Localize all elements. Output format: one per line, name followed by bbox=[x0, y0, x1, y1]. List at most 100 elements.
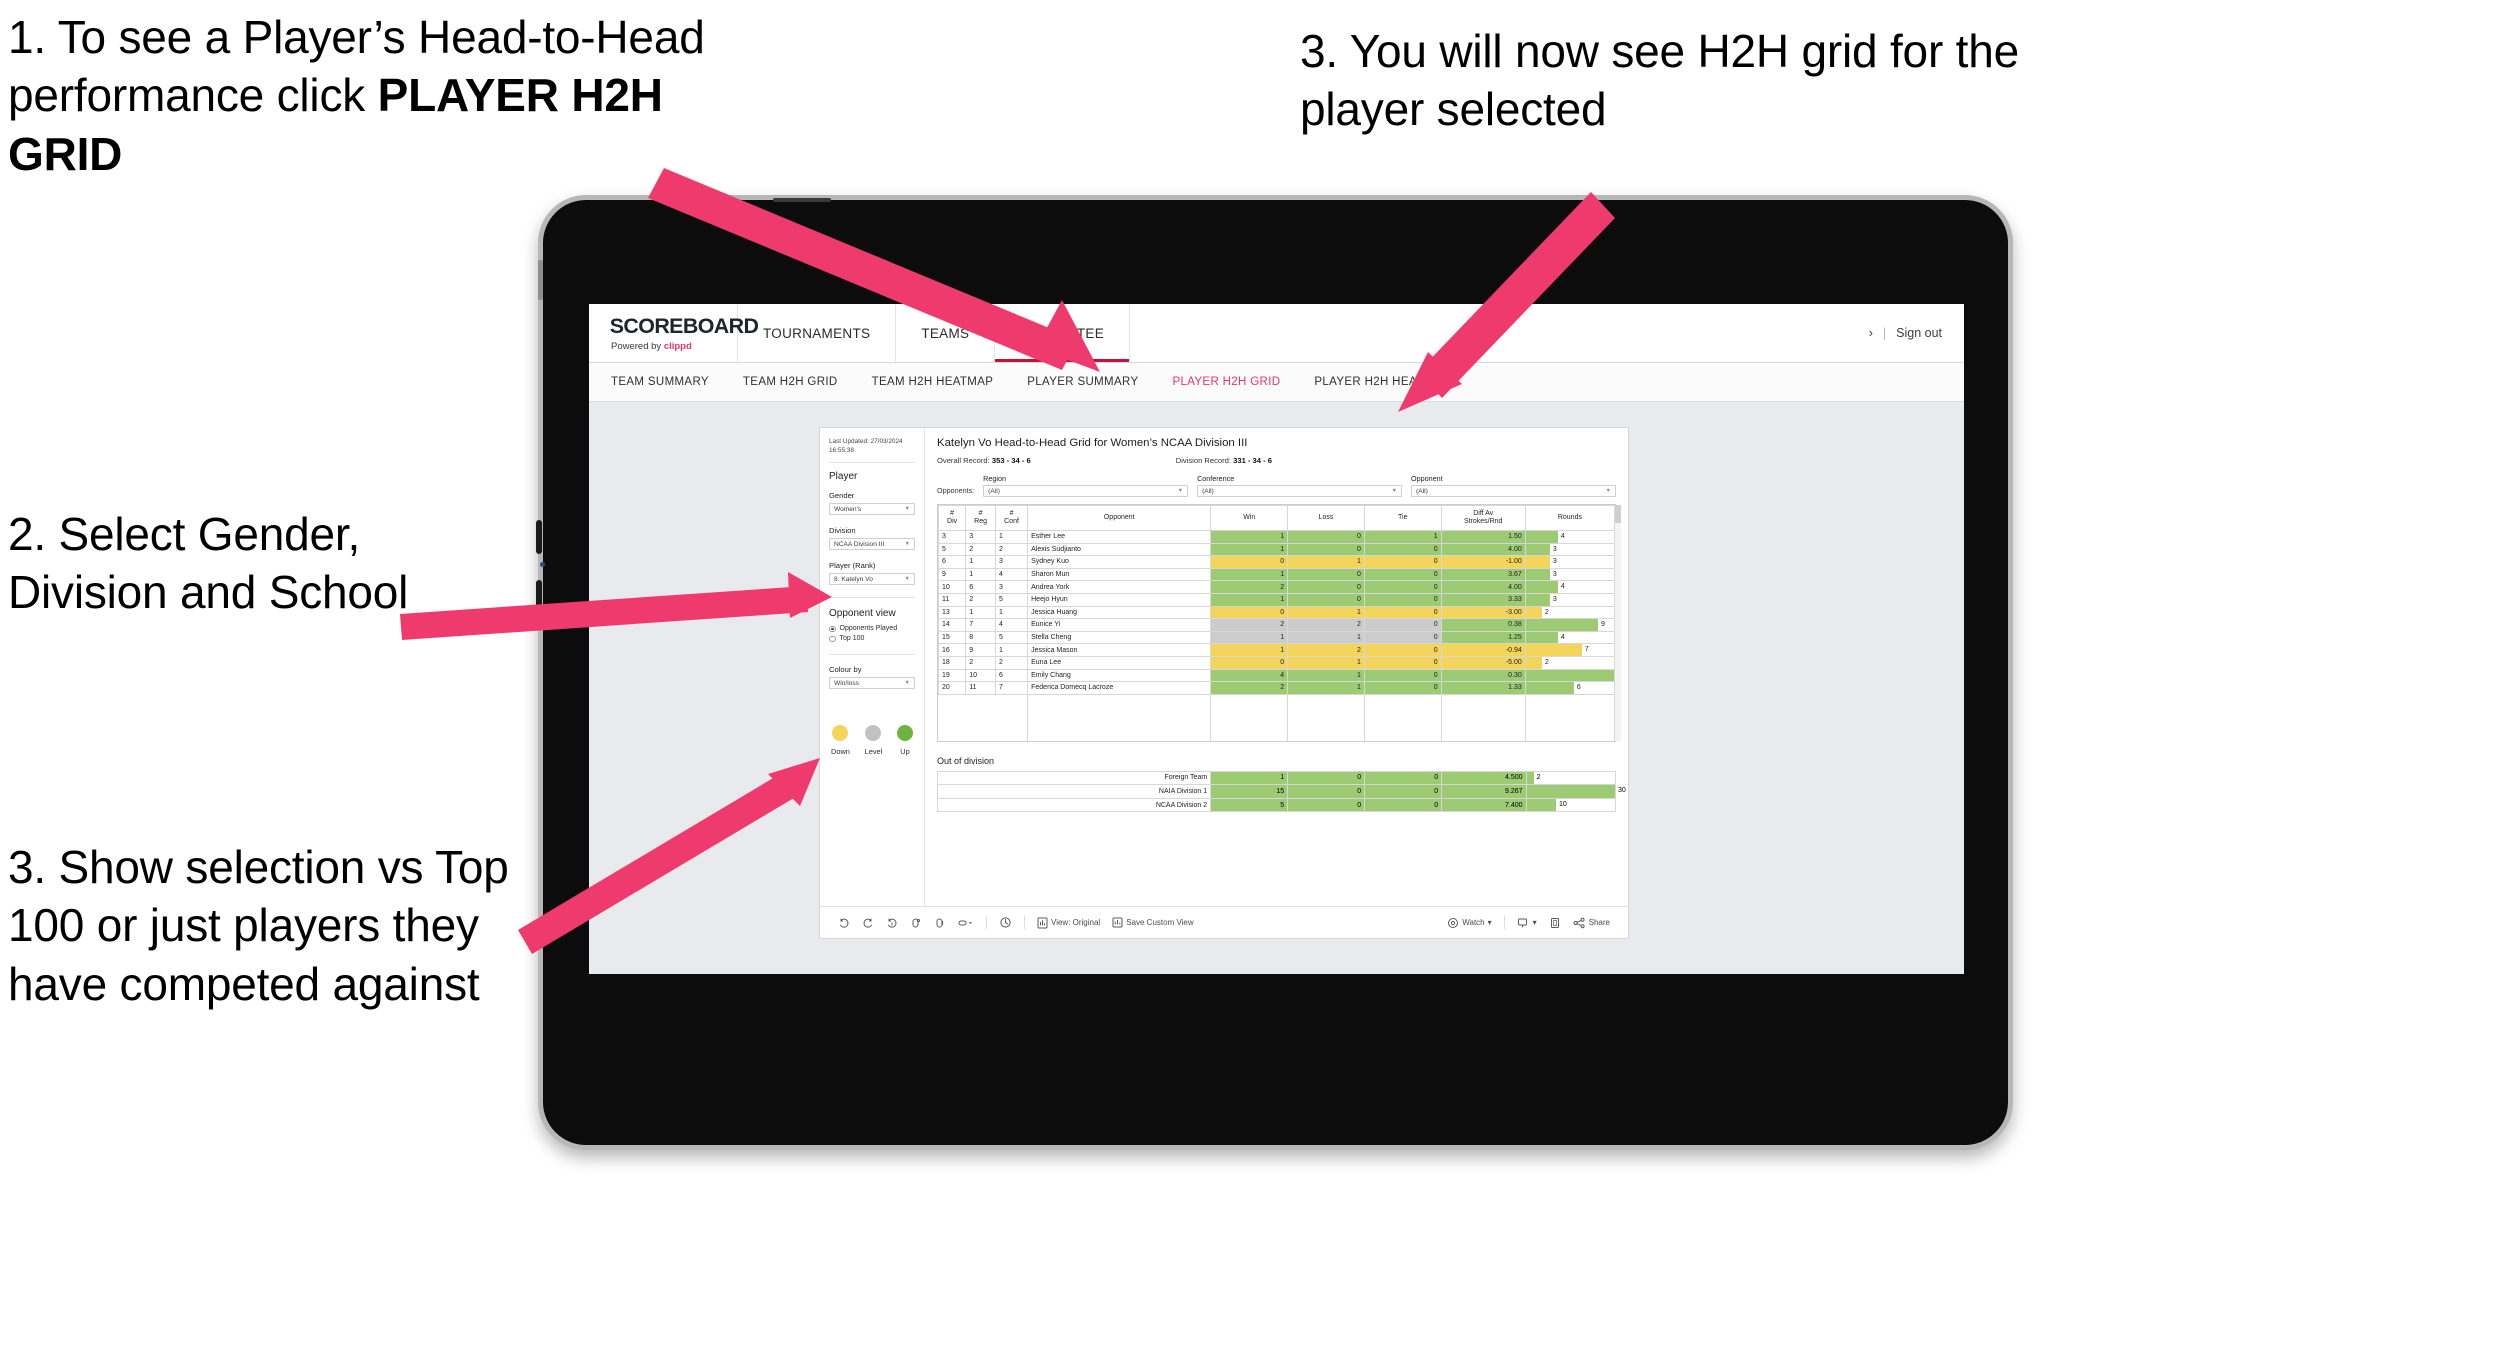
grid-cell[interactable]: 1 bbox=[1363, 530, 1442, 544]
rounds-bar-cell[interactable]: 2 bbox=[1524, 605, 1616, 620]
grid-cell[interactable]: 0 bbox=[1363, 605, 1442, 620]
grid-col-header-7[interactable]: Diff Av Strokes/Rnd bbox=[1440, 505, 1526, 531]
undo-button[interactable] bbox=[832, 917, 856, 929]
grid-cell[interactable]: 0.38 bbox=[1440, 618, 1526, 632]
ood-cell[interactable]: NCAA Division 2 bbox=[936, 797, 1212, 813]
grid-cell[interactable]: 2 bbox=[1210, 681, 1289, 695]
table-row[interactable]: Foreign Team 1 0 0 4.500 2 bbox=[936, 770, 1617, 786]
rounds-bar-cell[interactable]: 3 bbox=[1524, 555, 1616, 569]
grid-cell[interactable]: 1 bbox=[965, 555, 996, 569]
table-row[interactable]: 9 1 4 Sharon Mun 1 0 0 3.67 3 bbox=[937, 567, 1616, 582]
table-row[interactable]: 18 2 2 Euna Lee 0 1 0 -5.00 2 bbox=[937, 655, 1616, 670]
grid-cell[interactable]: 13 bbox=[937, 605, 967, 620]
grid-col-header-3[interactable]: Opponent bbox=[1027, 505, 1212, 531]
grid-cell[interactable]: -5.00 bbox=[1440, 655, 1526, 670]
grid-cell[interactable]: 1.50 bbox=[1440, 530, 1526, 544]
ood-cell[interactable]: NAIA Division 1 bbox=[936, 784, 1212, 799]
grid-cell[interactable]: 0 bbox=[1210, 605, 1289, 620]
grid-cell[interactable]: 0 bbox=[1210, 555, 1289, 569]
grid-cell[interactable]: 0 bbox=[1287, 592, 1365, 607]
grid-cell[interactable]: 0 bbox=[1210, 655, 1289, 670]
ood-cell[interactable]: 7.400 bbox=[1441, 797, 1527, 813]
share-button[interactable]: Share bbox=[1567, 917, 1616, 929]
grid-cell[interactable]: 1 bbox=[1287, 555, 1365, 569]
radio-opponents-played[interactable]: Opponents Played bbox=[829, 625, 915, 632]
grid-cell[interactable]: Sydney Kuo bbox=[1027, 555, 1212, 569]
rounds-bar-cell[interactable]: 4 bbox=[1524, 580, 1616, 594]
rounds-bar-cell[interactable]: 7 bbox=[1524, 643, 1616, 657]
grid-cell[interactable]: 3.67 bbox=[1440, 567, 1526, 582]
grid-cell[interactable]: 1 bbox=[1287, 668, 1365, 683]
grid-cell[interactable]: 1 bbox=[1287, 605, 1365, 620]
grid-cell[interactable]: 1 bbox=[1210, 530, 1289, 544]
grid-cell[interactable]: 3 bbox=[994, 555, 1029, 569]
grid-cell[interactable]: -3.00 bbox=[1440, 605, 1526, 620]
watch-button[interactable]: Watch ▾ bbox=[1441, 917, 1497, 929]
ood-cell[interactable]: 0 bbox=[1287, 784, 1366, 799]
ood-cell[interactable]: Foreign Team bbox=[936, 770, 1212, 786]
grid-cell[interactable]: Sharon Mun bbox=[1027, 567, 1212, 582]
grid-cell[interactable]: 1 bbox=[1287, 681, 1365, 695]
grid-cell[interactable]: 2 bbox=[1210, 618, 1289, 632]
grid-cell[interactable]: 6 bbox=[965, 580, 996, 594]
grid-cell[interactable]: 4 bbox=[994, 567, 1029, 582]
grid-cell[interactable]: Esther Lee bbox=[1027, 530, 1212, 544]
grid-cell[interactable]: Euna Lee bbox=[1027, 655, 1212, 670]
grid-cell[interactable]: 9 bbox=[965, 643, 996, 657]
grid-col-header-0[interactable]: # Div bbox=[937, 505, 967, 531]
rounds-bar-cell[interactable]: 2 bbox=[1525, 770, 1617, 786]
grid-cell[interactable]: 3.33 bbox=[1440, 592, 1526, 607]
revert-button[interactable] bbox=[880, 917, 904, 929]
grid-cell[interactable]: 2 bbox=[965, 592, 996, 607]
subnav-item-player-h2h-heatmap[interactable]: PLAYER H2H HEATMAP bbox=[1297, 376, 1466, 388]
ood-cell[interactable]: 4.500 bbox=[1441, 770, 1527, 786]
pause-updates-button[interactable] bbox=[928, 917, 952, 929]
grid-col-header-8[interactable]: Rounds bbox=[1524, 505, 1616, 531]
device-preview-button[interactable] bbox=[993, 916, 1018, 929]
volume-down-button[interactable] bbox=[536, 580, 542, 614]
grid-cell[interactable]: Andrea York bbox=[1027, 580, 1212, 594]
grid-cell[interactable]: 3 bbox=[965, 530, 996, 544]
filter-gender-select[interactable]: Women's ▼ bbox=[829, 503, 915, 516]
table-row[interactable]: 13 1 1 Jessica Huang 0 1 0 -3.00 2 bbox=[937, 605, 1616, 620]
rounds-bar-cell[interactable]: 9 bbox=[1524, 618, 1616, 632]
nav-item-tournaments[interactable]: TOURNAMENTS bbox=[738, 304, 897, 362]
table-row[interactable]: 10 6 3 Andrea York 2 0 0 4.00 4 bbox=[937, 580, 1616, 594]
grid-cell[interactable]: 0 bbox=[1363, 580, 1442, 594]
grid-cell[interactable]: 10 bbox=[965, 668, 996, 683]
table-row[interactable]: 11 2 5 Heejo Hyun 1 0 0 3.33 3 bbox=[937, 592, 1616, 607]
grid-cell[interactable]: 16 bbox=[937, 643, 967, 657]
grid-cell[interactable]: 0 bbox=[1287, 580, 1365, 594]
grid-cell[interactable]: 5 bbox=[937, 542, 967, 557]
filter-conference-select[interactable]: (All) ▼ bbox=[1197, 485, 1403, 497]
grid-cell[interactable]: 0 bbox=[1363, 655, 1442, 670]
ood-cell[interactable]: 0 bbox=[1364, 770, 1443, 786]
subnav-item-team-h2h-grid[interactable]: TEAM H2H GRID bbox=[726, 376, 855, 388]
grid-cell[interactable]: 1 bbox=[1210, 542, 1289, 557]
grid-cell[interactable]: 6 bbox=[994, 668, 1029, 683]
grid-cell[interactable]: 11 bbox=[937, 592, 967, 607]
grid-cell[interactable]: Alexis Sudjianto bbox=[1027, 542, 1212, 557]
grid-cell[interactable]: 1 bbox=[1210, 630, 1289, 645]
grid-cell[interactable]: 1 bbox=[1210, 567, 1289, 582]
grid-cell[interactable]: 4.00 bbox=[1440, 580, 1526, 594]
grid-cell[interactable]: 3 bbox=[994, 580, 1029, 594]
ood-cell[interactable]: 0 bbox=[1364, 784, 1443, 799]
grid-cell[interactable]: 2 bbox=[994, 655, 1029, 670]
rounds-bar-cell[interactable]: 11 bbox=[1524, 668, 1616, 683]
grid-cell[interactable]: 1 bbox=[994, 643, 1029, 657]
rounds-bar-cell[interactable]: 4 bbox=[1524, 630, 1616, 645]
grid-cell[interactable]: 20 bbox=[937, 681, 967, 695]
grid-scrollbar-thumb[interactable] bbox=[1615, 505, 1621, 523]
rounds-bar-cell[interactable]: 2 bbox=[1524, 655, 1616, 670]
grid-cell[interactable]: Jessica Huang bbox=[1027, 605, 1212, 620]
grid-cell[interactable]: 2 bbox=[1287, 618, 1365, 632]
nav-item-teams[interactable]: TEAMS bbox=[896, 304, 996, 362]
grid-cell[interactable]: -1.00 bbox=[1440, 555, 1526, 569]
grid-cell[interactable]: 0 bbox=[1287, 542, 1365, 557]
grid-scrollbar-track[interactable] bbox=[1615, 505, 1621, 741]
redo-button[interactable] bbox=[856, 917, 880, 929]
rounds-bar-cell[interactable]: 3 bbox=[1524, 567, 1616, 582]
table-row[interactable]: 19106Emily Chang4100.3011 bbox=[937, 668, 1616, 683]
table-row[interactable]: 6 1 3 Sydney Kuo 0 1 0 -1.00 3 bbox=[937, 555, 1616, 569]
